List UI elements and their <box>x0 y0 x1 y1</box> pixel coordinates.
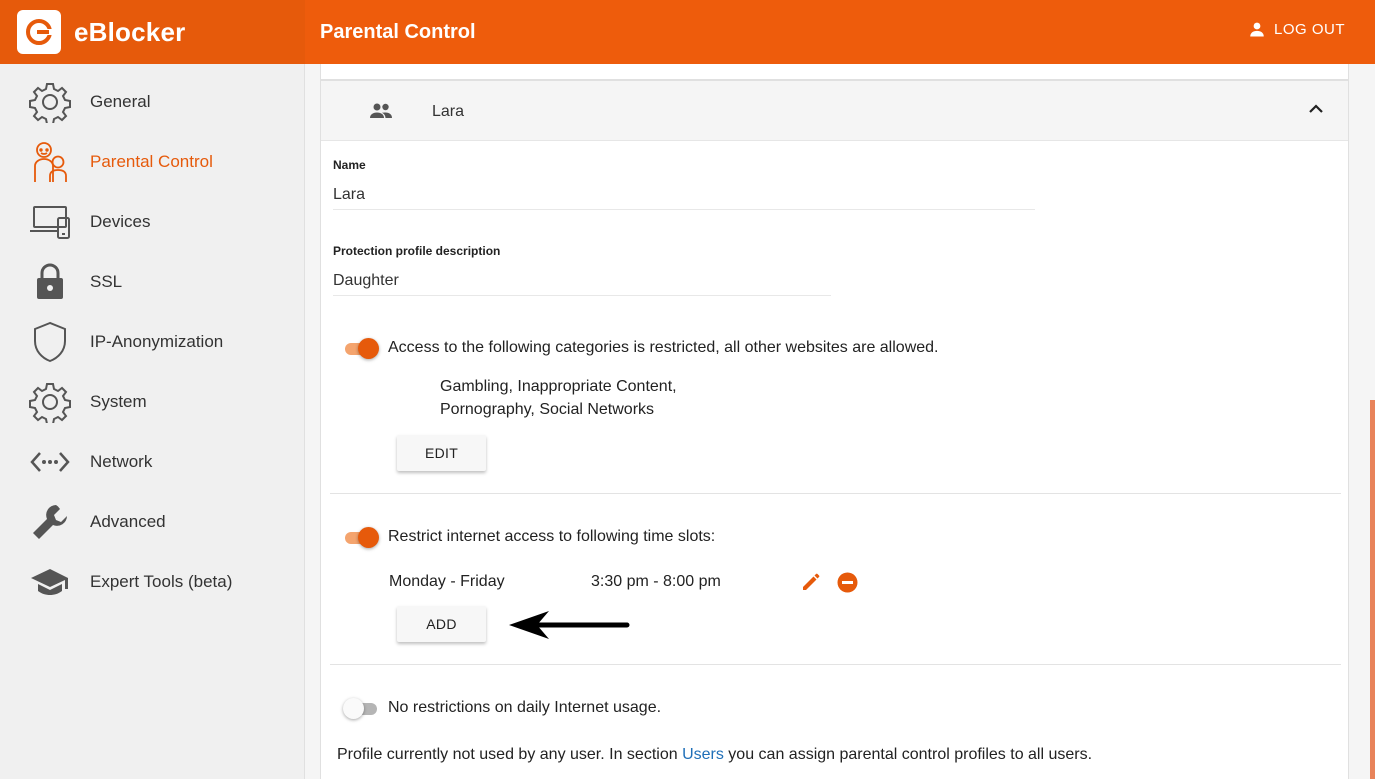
time-slots-description: Restrict internet access to following ti… <box>388 528 716 545</box>
time-slot-time: 3:30 pm - 8:00 pm <box>591 573 721 590</box>
sidebar-item-parental-control[interactable]: Parental Control <box>0 132 305 192</box>
categories-list-line-2: Pornography, Social Networks <box>440 401 655 418</box>
page-title: Parental Control <box>320 20 476 43</box>
time-slot-days: Monday - Friday <box>389 573 505 590</box>
chevron-up-icon[interactable] <box>1308 101 1324 122</box>
lock-icon <box>28 260 72 304</box>
daily-usage-description: No restrictions on daily Internet usage. <box>388 699 662 716</box>
gear-icon <box>28 380 72 424</box>
sidebar-item-network[interactable]: Network <box>0 432 305 492</box>
people-icon <box>369 101 393 126</box>
sidebar-item-label: Advanced <box>90 512 166 531</box>
sidebar-item-ip-anonymization[interactable]: IP-Anonymization <box>0 312 305 372</box>
main-content: Lara Name Lara Protection profile descri… <box>305 64 1375 779</box>
eblocker-logo-icon[interactable] <box>17 10 61 54</box>
profile-card-header[interactable]: Lara <box>321 81 1348 141</box>
scrollbar-thumb[interactable] <box>1370 400 1375 779</box>
devices-icon <box>28 200 72 244</box>
arrow-left-icon <box>507 608 631 647</box>
sidebar-item-label: Network <box>90 452 153 471</box>
edit-categories-button[interactable]: EDIT <box>397 435 486 471</box>
categories-toggle[interactable] <box>343 336 379 360</box>
sidebar-item-label: IP-Anonymization <box>90 332 224 351</box>
sidebar-item-label: Expert Tools (beta) <box>90 572 233 591</box>
time-slots-toggle[interactable] <box>343 525 379 549</box>
network-icon <box>28 440 72 484</box>
profile-card: Lara Name Lara Protection profile descri… <box>320 80 1349 779</box>
sidebar-item-label: System <box>90 392 147 411</box>
divider <box>330 664 1341 665</box>
shield-icon <box>28 320 72 364</box>
edit-pencil-icon[interactable] <box>801 572 821 597</box>
categories-description: Access to the following categories is re… <box>388 339 939 356</box>
brand-name: eBlocker <box>74 16 186 47</box>
top-bar: Parental Control LOG OUT <box>305 0 1375 64</box>
person-icon <box>1250 22 1264 37</box>
family-icon <box>28 140 72 184</box>
logout-label: LOG OUT <box>1273 20 1345 38</box>
sidebar-item-ssl[interactable]: SSL <box>0 252 305 312</box>
sidebar-item-label: General <box>90 92 151 111</box>
previous-profile-card <box>320 64 1349 80</box>
description-field[interactable]: Daughter <box>333 272 831 296</box>
sidebar-item-general[interactable]: General <box>0 72 305 132</box>
profile-header-name: Lara <box>432 103 465 120</box>
profile-usage-note: Profile currently not used by any user. … <box>337 746 1093 763</box>
sidebar-item-devices[interactable]: Devices <box>0 192 305 252</box>
name-field[interactable]: Lara <box>333 186 1035 210</box>
divider <box>330 493 1341 494</box>
categories-list-line-1: Gambling, Inappropriate Content, <box>440 378 677 395</box>
brand-bar: eBlocker <box>0 0 305 64</box>
description-label: Protection profile description <box>333 244 501 258</box>
sidebar-item-expert-tools[interactable]: Expert Tools (beta) <box>0 552 305 612</box>
wrench-icon <box>28 500 72 544</box>
sidebar-item-label: Devices <box>90 212 151 231</box>
users-link[interactable]: Users <box>682 746 724 763</box>
name-label: Name <box>333 158 366 172</box>
sidebar-item-advanced[interactable]: Advanced <box>0 492 305 552</box>
sidebar: General Parental Control Devices SSL IP-… <box>0 64 305 779</box>
sidebar-item-label: Parental Control <box>90 152 213 171</box>
gear-icon <box>28 80 72 124</box>
sidebar-item-label: SSL <box>90 272 123 291</box>
add-time-slot-button[interactable]: ADD <box>397 606 486 642</box>
daily-usage-toggle[interactable] <box>343 696 379 720</box>
remove-circle-icon[interactable] <box>837 572 858 598</box>
graduation-cap-icon <box>28 560 72 604</box>
sidebar-item-system[interactable]: System <box>0 372 305 432</box>
logout-button[interactable]: LOG OUT <box>1248 20 1345 38</box>
